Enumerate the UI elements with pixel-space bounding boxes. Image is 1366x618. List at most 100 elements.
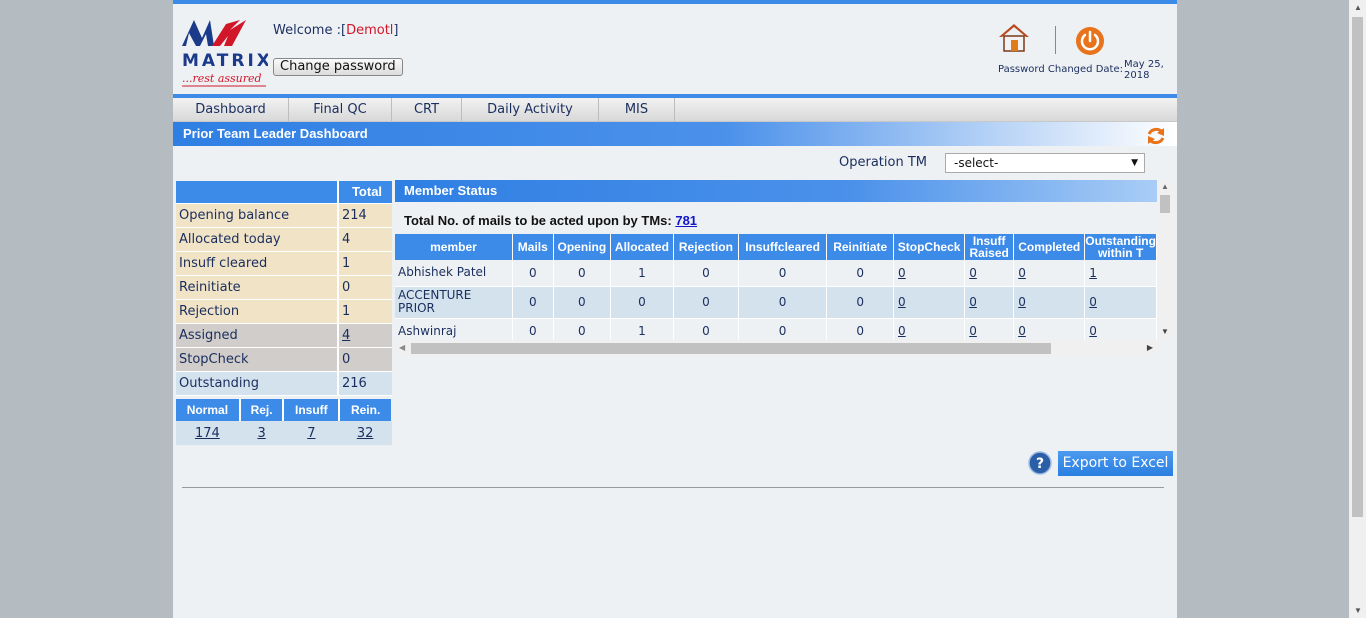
member-vertical-scrollbar[interactable]: ▲ ▼ [1157,180,1173,338]
footer-divider [182,487,1164,488]
logo-text: MATRIX [182,51,268,71]
stopcheck-link[interactable]: 0 [898,324,906,338]
page-container: MATRIX ...rest assured Welcome :[Demotl]… [173,0,1177,618]
col-header-insuffcleared: Insuffcleared [738,234,828,260]
col-header-mails: Mails [512,234,554,260]
logo-tagline: ...rest assured [182,72,262,85]
member-row: ACCENTURE PRIOR 0 0 0 0 0 0 0 0 0 0 [395,286,1157,319]
insuff-raised-link[interactable]: 0 [969,295,977,309]
member-cell: 0 [673,260,739,287]
assigned-link[interactable]: 4 [342,328,350,343]
refresh-icon[interactable] [1145,125,1167,147]
summary-value: 4 [338,227,392,252]
completed-link[interactable]: 0 [1018,266,1026,280]
member-horizontal-scrollbar[interactable]: ◀ ▶ [395,340,1157,356]
home-icon[interactable] [998,22,1030,52]
change-password-button[interactable]: Change password [273,58,403,76]
col-header-member: member [395,234,513,260]
summary-label: Reinitiate [176,275,339,300]
col-header-rejection: Rejection [673,234,739,260]
summary-value: 216 [338,371,392,396]
col-header-insuff-raised: Insuff Raised [964,234,1015,260]
insuff-raised-link[interactable]: 0 [969,266,977,280]
col-header-outstanding: Outstanding within T [1084,234,1157,260]
stopcheck-link[interactable]: 0 [898,266,906,280]
outstanding-breakdown-table: Normal Rej. Insuff Rein. 174 3 7 32 [176,399,392,445]
breakdown-value-row: 174 3 7 32 [176,421,392,445]
member-cell: 0 [826,260,895,287]
page-title: Prior Team Leader Dashboard [183,126,368,141]
horizontal-scroll-thumb[interactable] [411,343,1051,354]
operation-tm-label: Operation TM [839,155,927,170]
page-scroll-down-icon[interactable]: ▼ [1354,606,1362,615]
outstanding-link[interactable]: 0 [1089,295,1097,309]
page-scroll-up-icon[interactable]: ▲ [1354,3,1362,12]
completed-link[interactable]: 0 [1018,324,1026,338]
summary-row: Rejection 1 [176,299,392,324]
vertical-scroll-thumb[interactable] [1160,195,1170,213]
member-cell: 0 [826,286,895,319]
summary-row: Outstanding 216 [176,371,392,396]
member-cell: 1 [610,260,674,287]
member-cell: 0 [738,286,828,319]
summary-label: Outstanding [176,371,339,396]
insuff-raised-link[interactable]: 0 [969,324,977,338]
member-cell: 0 [512,260,554,287]
col-header-allocated: Allocated [610,234,674,260]
summary-row: Assigned 4 [176,323,392,348]
nav-mis[interactable]: MIS [599,98,675,121]
page-title-bar: Prior Team Leader Dashboard [173,122,1177,146]
member-cell: 0 [610,286,674,319]
main-nav: Dashboard Final QC CRT Daily Activity MI… [173,98,1177,122]
member-cell: 0 [553,286,611,319]
help-icon[interactable]: ? [1028,451,1052,475]
nav-dashboard[interactable]: Dashboard [173,98,289,121]
page-vertical-scrollbar[interactable]: ▲ ▼ [1349,0,1366,618]
col-header-stopcheck: StopCheck [893,234,966,260]
operation-tm-select[interactable]: -select- ▼ [945,153,1145,173]
insuff-count-link[interactable]: 7 [307,426,315,441]
power-logout-icon[interactable] [1075,26,1105,56]
col-header-reinitiate: Reinitiate [826,234,895,260]
summary-label: Opening balance [176,203,339,228]
nav-crt[interactable]: CRT [392,98,462,121]
scroll-right-icon[interactable]: ▶ [1147,343,1153,352]
normal-count-link[interactable]: 174 [195,426,220,441]
matrix-logo: MATRIX ...rest assured [182,20,268,87]
chevron-down-icon: ▼ [1131,158,1138,168]
completed-link[interactable]: 0 [1018,295,1026,309]
scroll-up-icon[interactable]: ▲ [1161,182,1169,191]
reinitiate-count-link[interactable]: 32 [357,426,374,441]
page-scroll-thumb[interactable] [1352,17,1363,517]
welcome-username: Demotl [346,23,394,38]
member-status-panel: Member Status Total No. of mails to be a… [395,180,1157,356]
summary-value: 1 [338,299,392,324]
scroll-left-icon[interactable]: ◀ [399,343,405,352]
export-to-excel-button[interactable]: Export to Excel [1058,451,1173,476]
total-mails-line: Total No. of mails to be acted upon by T… [404,213,697,228]
outstanding-link[interactable]: 0 [1089,324,1097,338]
nav-daily-activity[interactable]: Daily Activity [462,98,599,121]
nav-final-qc[interactable]: Final QC [289,98,392,121]
summary-table: Total Opening balance 214 Allocated today… [176,181,392,396]
summary-label: Assigned [176,323,339,348]
rejection-count-link[interactable]: 3 [257,426,265,441]
summary-header-blank [176,181,339,204]
breakdown-header-row: Normal Rej. Insuff Rein. [176,399,391,421]
summary-value: 0 [338,347,392,372]
member-table-header: member Mails Opening Allocated Rejection… [395,234,1157,260]
password-changed-label: Password Changed Date: [998,64,1123,75]
breakdown-header: Normal [176,399,241,421]
breakdown-header: Rej. [239,399,285,421]
summary-row: Allocated today 4 [176,227,392,252]
summary-row: Reinitiate 0 [176,275,392,300]
member-cell: 0 [738,260,828,287]
summary-value: 0 [338,275,392,300]
scroll-down-icon[interactable]: ▼ [1161,327,1169,336]
summary-value: 214 [338,203,392,228]
summary-label: StopCheck [176,347,339,372]
total-mails-link[interactable]: 781 [675,213,697,228]
stopcheck-link[interactable]: 0 [898,295,906,309]
outstanding-link[interactable]: 1 [1089,266,1097,280]
svg-text:?: ? [1036,456,1044,472]
